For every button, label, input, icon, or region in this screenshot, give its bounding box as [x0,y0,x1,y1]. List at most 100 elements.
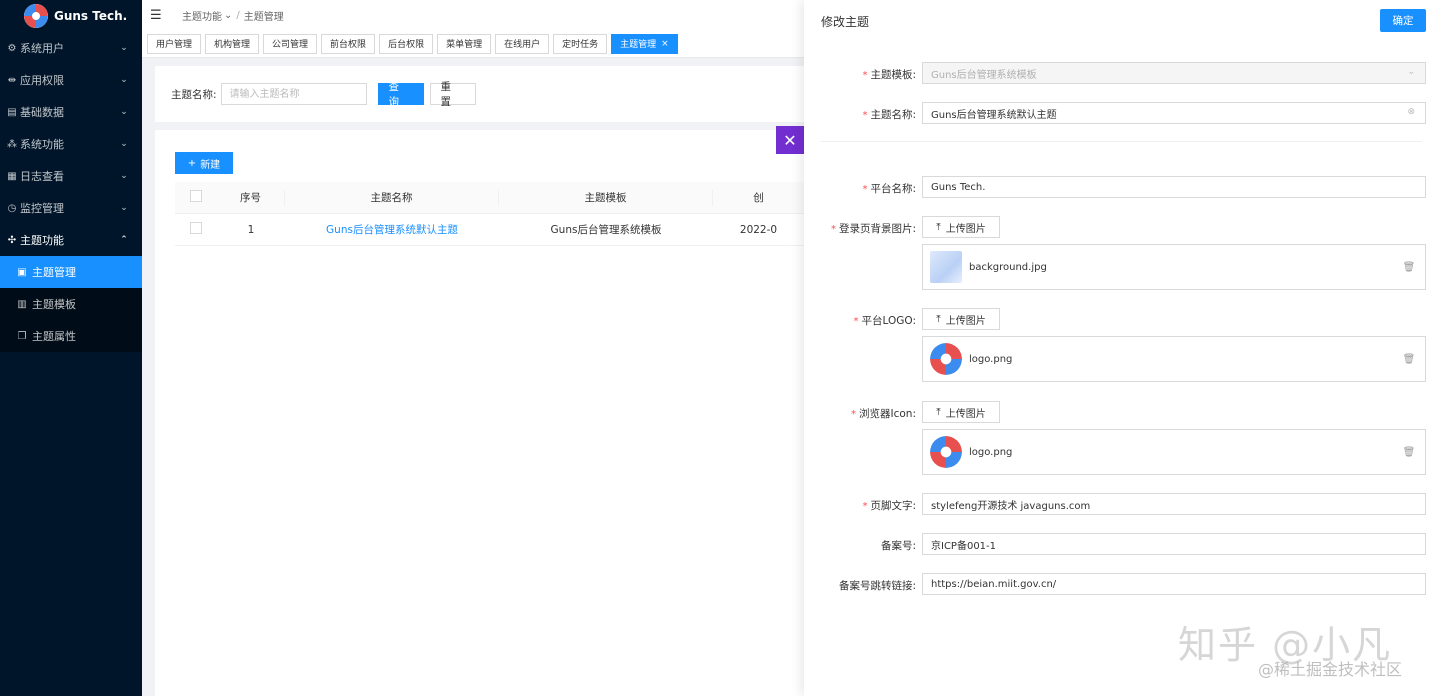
footer-label-text: 页脚文字: [870,500,916,512]
submenu-item-label: 主题模板 [32,298,76,311]
logo-upload-button[interactable]: ⤒ 上传图片 [922,308,1000,330]
platform-label: * 平台名称: [804,181,916,196]
sidebar-item-2[interactable]: ⇹ 应用权限 ⌄ [0,64,142,96]
platform-name-input[interactable]: Guns Tech. [922,176,1426,198]
delete-icon[interactable]: 🗑 [1399,447,1419,458]
watermark-juejin: @稀土掘金技术社区 [1258,660,1403,679]
favicon-label-text: 浏览器Icon: [859,408,916,420]
edit-theme-drawer: 修改主题 确定 * 主题模板: Guns后台管理系统模板 ⌄ * 主题名称: Gun… [804,0,1440,696]
sidebar: Guns Tech. ⚙ 系统用户 ⌄ ⇹ 应用权限 ⌄ ▤ 基础数据 ⌄ ⁂ 系统功能 ⌄ ▦ 日志查看… [0,0,142,696]
background-thumbnail[interactable] [930,251,962,283]
favicon-upload-button[interactable]: ⤒ 上传图片 [922,401,1000,423]
tab-item-1[interactable]: 用户管理 [147,33,202,54]
tab-item-5[interactable]: 后台权限 [379,33,434,54]
tab-label: 用户管理 [156,40,193,50]
query-button[interactable]: 查 询 [377,81,424,108]
sidebar-item-label: 日志查看 [20,170,64,183]
delete-icon[interactable]: 🗑 [1399,354,1419,365]
header-cell-name[interactable]: 主题名称 [285,189,499,206]
logo-thumbnail[interactable] [930,343,962,375]
footer-text-value: stylefeng开源技术 javaguns.com [931,500,1091,512]
delete-icon[interactable]: 🗑 [1399,262,1419,273]
header-cell-template[interactable]: 主题模板 [499,189,713,206]
logo-label-text: 平台LOGO: [861,315,917,327]
tab-item-6[interactable]: 菜单管理 [437,33,492,54]
menu-toggle-icon[interactable]: ☰ [150,8,164,23]
header-cell-created[interactable]: 创 [713,190,804,205]
logo-file-item: logo.png 🗑 [922,336,1426,382]
sidebar-item-label: 主题功能 [20,234,64,247]
favicon-file-item: logo.png 🗑 [922,429,1426,475]
submenu-item-1[interactable]: ▣ 主题管理 [0,256,142,288]
favicon-thumbnail[interactable] [930,436,962,468]
logo-file-name[interactable]: logo.png [969,354,1399,365]
favicon-file-name[interactable]: logo.png [969,447,1399,458]
sidebar-item-3[interactable]: ▤ 基础数据 ⌄ [0,96,142,128]
sidebar-item-7[interactable]: ✣ 主题功能 ⌃ [0,224,142,256]
tab-item-9[interactable]: 主题管理 × [611,33,678,54]
link-icon: ⇹ [7,74,17,86]
tab-item-3[interactable]: 公司管理 [263,33,318,54]
name-label-text: 主题名称: [870,109,916,121]
copy-icon: ❐ [17,330,27,342]
beian-input[interactable]: 京ICP备001-1 [922,533,1426,555]
row-checkbox[interactable] [190,222,202,234]
template-select[interactable]: Guns后台管理系统模板 ⌄ [922,62,1426,84]
login-bg-file-item: background.jpg 🗑 [922,244,1426,290]
select-all-checkbox[interactable] [190,190,202,202]
database-icon: ▤ [7,106,17,118]
tab-bar: 用户管理 机构管理 公司管理 前台权限 后台权限 菜单管理 在线用户 定时任务 主题管理 × [142,30,804,58]
chevron-icon: ⌄ [120,203,128,213]
tab-label: 前台权限 [330,40,367,50]
beian-link-value: https://beian.miit.gov.cn/ [931,578,1057,590]
favicon-label: * 浏览器Icon: [804,406,916,421]
row-theme-name-link[interactable]: Guns后台管理系统默认主题 [285,222,499,237]
tab-item-4[interactable]: 前台权限 [321,33,376,54]
tab-item-7[interactable]: 在线用户 [495,33,550,54]
tab-item-2[interactable]: 机构管理 [205,33,260,54]
platform-label-text: 平台名称: [870,183,916,195]
login-bg-upload-button[interactable]: ⤒ 上传图片 [922,216,1000,238]
logo[interactable]: Guns Tech. [0,0,142,32]
sidebar-item-label: 基础数据 [20,106,64,119]
upload-icon: ⤒ [936,221,941,233]
plus-icon: + [187,157,197,169]
drawer-close-button[interactable]: ✕ [776,126,804,154]
beian-link-input[interactable]: https://beian.miit.gov.cn/ [922,573,1426,595]
theme-icon: ✣ [7,234,17,246]
theme-name-search-input[interactable] [220,83,367,105]
sidebar-item-6[interactable]: ◷ 监控管理 ⌄ [0,192,142,224]
footer-text-input[interactable]: stylefeng开源技术 javaguns.com [922,493,1426,515]
submenu-item-3[interactable]: ❐ 主题属性 [0,320,142,352]
tab-label: 后台权限 [388,40,425,50]
reset-button[interactable]: 重 置 [429,81,476,108]
clear-icon[interactable]: ⊗ [1407,107,1415,117]
sidebar-item-4[interactable]: ⁂ 系统功能 ⌄ [0,128,142,160]
calendar-icon: ▦ [7,170,17,182]
tab-label: 公司管理 [272,40,309,50]
submenu-theme: ▣ 主题管理 ▥ 主题模板 ❐ 主题属性 [0,256,142,352]
header-cell-index: 序号 [217,189,285,206]
beian-label: 备案号: [880,540,916,552]
new-button[interactable]: + 新建 [175,152,233,174]
submenu-item-2[interactable]: ▥ 主题模板 [0,288,142,320]
breadcrumb-item-1[interactable]: 主题功能 [182,8,222,23]
login-bg-file-name[interactable]: background.jpg [969,262,1399,273]
theme-name-input[interactable]: Guns后台管理系统默认主题 ⊗ [922,102,1426,124]
chevron-down-icon: ⌄ [1407,67,1415,77]
tab-label: 菜单管理 [446,40,483,50]
chevron-icon: ⌄ [120,75,128,85]
search-panel: 主题名称: 查 询 重 置 [155,66,804,122]
sidebar-item-1[interactable]: ⚙ 系统用户 ⌄ [0,32,142,64]
sidebar-item-label: 系统功能 [20,138,64,151]
sidebar-item-5[interactable]: ▦ 日志查看 ⌄ [0,160,142,192]
gear-icon: ⚙ [7,42,17,54]
upload-label: 上传图片 [945,223,986,235]
table-row: 1 Guns后台管理系统默认主题 Guns后台管理系统模板 2022-0 [175,214,804,246]
sidebar-item-label: 系统用户 [20,42,64,55]
confirm-button[interactable]: 确定 [1380,9,1426,32]
tab-close-icon[interactable]: × [661,39,669,49]
close-icon: ✕ [783,130,797,150]
tab-item-8[interactable]: 定时任务 [553,33,608,54]
template-select-value: Guns后台管理系统模板 [931,69,1037,81]
